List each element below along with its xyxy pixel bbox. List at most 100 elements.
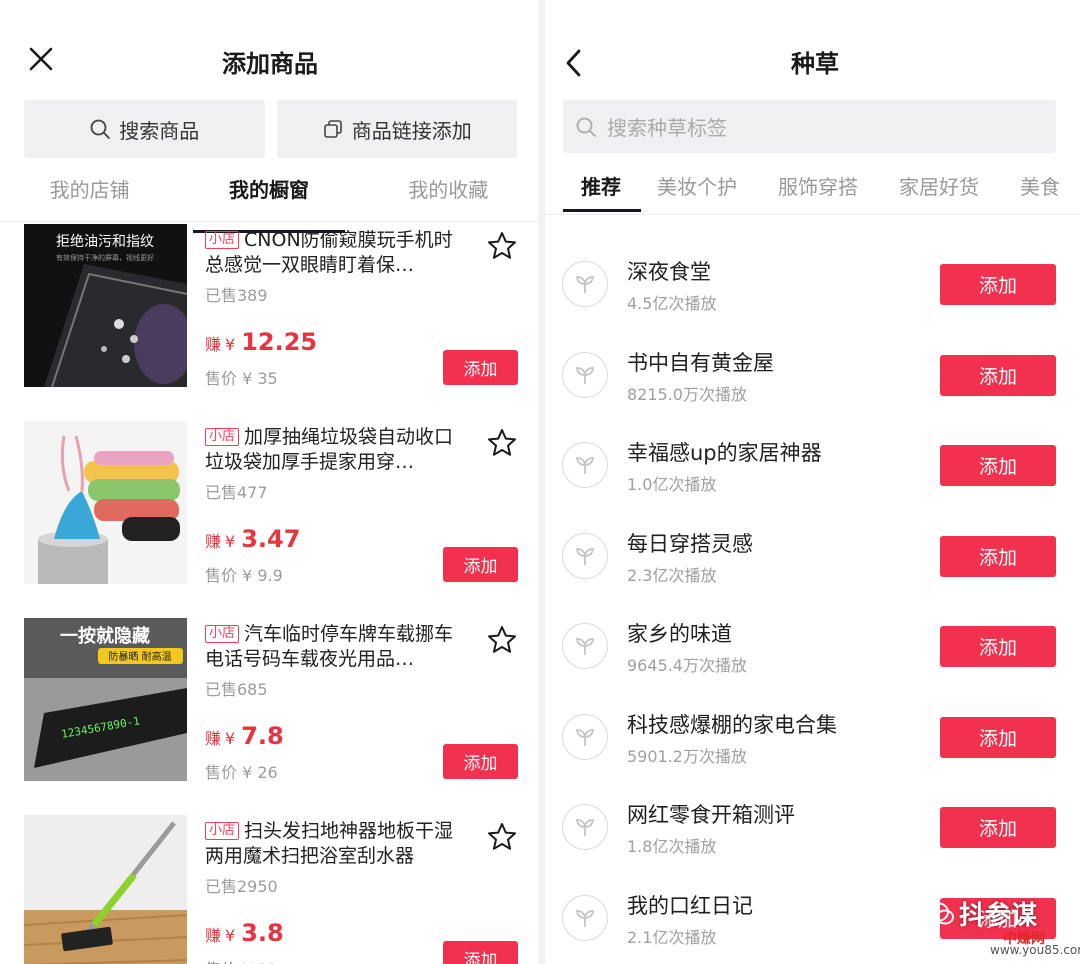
tab-my-showcase[interactable]: 我的橱窗 bbox=[179, 170, 358, 233]
product-item[interactable]: 小店扫头发扫地神器地板干湿两用魔术扫把浴室刮水器 已售2950 赚¥3.8 售价… bbox=[0, 813, 538, 964]
add-topic-button[interactable]: 添加 bbox=[940, 354, 1056, 396]
add-topic-button[interactable]: 添加 bbox=[940, 626, 1056, 667]
thumb-caption: 一按就隐藏 bbox=[60, 625, 150, 647]
tag-search-input[interactable]: 搜索种草标签 bbox=[563, 100, 1056, 153]
sale-price: 售价 ¥ 35 bbox=[205, 369, 278, 388]
commission: 赚 ¥12.25 bbox=[205, 328, 318, 356]
thumb-caption: 拒绝油污和指纹 bbox=[56, 234, 154, 250]
add-product-button[interactable]: 添加 bbox=[443, 350, 518, 385]
product-thumbnail: 拒绝油污和指纹 有效保持干净的屏幕，视线更好 bbox=[24, 224, 187, 387]
sale-price: 售价 ¥ 9.9 bbox=[205, 566, 283, 585]
product-item[interactable]: 拒绝油污和指纹 有效保持干净的屏幕，视线更好 小店 CNON防偷窥膜玩手机时总感觉… bbox=[0, 222, 538, 419]
product-link-button[interactable]: 商品链接添加 bbox=[276, 100, 517, 158]
grass-topic-panel: 种草 搜索种草标签 推荐 美妆个护 服饰穿搭 家居好货 美食 深夜食堂 4.5亿… bbox=[545, 0, 1080, 964]
shop-tag: 小店 bbox=[205, 428, 240, 446]
sale-price: 售价 ¥ 1? bbox=[205, 956, 276, 964]
star-icon[interactable] bbox=[486, 624, 518, 656]
topic-list: 深夜食堂 4.5亿次播放 添加 书中自有黄金屋 8215.0万次播放 添加 幸福… bbox=[545, 239, 1080, 963]
add-product-panel: 添加商品 搜索商品 商品链接添加 我的店铺 我的橱窗 我的收藏 拒绝油污和指纹 bbox=[0, 0, 538, 964]
tab-food[interactable]: 美食 bbox=[1020, 171, 1060, 200]
tab-my-favorites[interactable]: 我的收藏 bbox=[359, 170, 538, 221]
tab-home-goods[interactable]: 家居好货 bbox=[899, 171, 979, 200]
add-topic-button[interactable]: 添加 bbox=[940, 445, 1056, 486]
search-product-button[interactable]: 搜索商品 bbox=[24, 100, 265, 158]
add-topic-button[interactable]: 添加 bbox=[940, 807, 1056, 848]
tab-recommend[interactable]: 推荐 bbox=[581, 171, 621, 200]
sprout-icon bbox=[562, 894, 608, 941]
add-method-buttons: 搜索商品 商品链接添加 bbox=[24, 100, 517, 158]
topic-name: 科技感爆棚的家电合集 bbox=[627, 712, 837, 737]
topic-name: 网红零食开箱测评 bbox=[627, 803, 795, 827]
topic-item[interactable]: 每日穿搭灵感 2.3亿次播放 添加 bbox=[545, 511, 1080, 602]
tab-beauty[interactable]: 美妆个护 bbox=[657, 171, 737, 200]
sale-price: 售价 ¥ 26 bbox=[205, 763, 278, 782]
topic-plays: 9645.4万次播放 bbox=[627, 656, 747, 675]
shop-tag: 小店 bbox=[205, 822, 240, 840]
add-product-button[interactable]: 添加 bbox=[443, 941, 518, 964]
copy-link-icon bbox=[323, 120, 342, 138]
back-chevron-icon[interactable] bbox=[563, 46, 585, 80]
search-product-label: 搜索商品 bbox=[119, 118, 200, 143]
sprout-icon bbox=[562, 442, 608, 488]
topic-item[interactable]: 幸福感up的家居神器 1.0亿次播放 添加 bbox=[545, 420, 1080, 511]
topic-name: 家乡的味道 bbox=[627, 622, 732, 646]
topic-item[interactable]: 深夜食堂 4.5亿次播放 添加 bbox=[545, 239, 1080, 330]
search-icon bbox=[90, 119, 111, 139]
add-product-button[interactable]: 添加 bbox=[443, 744, 518, 779]
search-placeholder: 搜索种草标签 bbox=[607, 116, 727, 140]
add-topic-button[interactable]: 添加 bbox=[940, 716, 1056, 758]
sold-count: 已售389 bbox=[205, 286, 268, 305]
close-icon[interactable] bbox=[26, 44, 56, 74]
topic-plays: 5901.2万次播放 bbox=[627, 746, 747, 766]
panel-divider bbox=[538, 0, 545, 964]
topic-name: 书中自有黄金屋 bbox=[627, 350, 774, 375]
watermark-url: www.you85.com bbox=[990, 943, 1080, 957]
topic-item[interactable]: 科技感爆棚的家电合集 5901.2万次播放 添加 bbox=[545, 692, 1080, 783]
topic-plays: 1.8亿次播放 bbox=[627, 837, 717, 856]
sprout-icon bbox=[562, 623, 608, 669]
page-title: 种草 bbox=[791, 50, 839, 78]
sold-count: 已售477 bbox=[205, 483, 268, 502]
product-item[interactable]: 小店 加厚抽绳垃圾袋自动收口垃圾袋加厚手提家用穿… 已售477 赚 ¥3.47 售价… bbox=[0, 419, 538, 616]
topic-item[interactable]: 书中自有黄金屋 8215.0万次播放 添加 bbox=[545, 330, 1080, 421]
product-title: 小店 加厚抽绳垃圾袋自动收口垃圾袋加厚手提家用穿… bbox=[205, 426, 454, 473]
sold-count: 已售2950 bbox=[205, 877, 278, 896]
sprout-icon bbox=[562, 351, 608, 398]
topic-name: 每日穿搭灵感 bbox=[627, 531, 753, 556]
product-thumbnail bbox=[24, 421, 187, 584]
tab-fashion[interactable]: 服饰穿搭 bbox=[778, 171, 858, 200]
add-topic-button[interactable]: 添加 bbox=[940, 535, 1056, 577]
topic-plays: 1.0亿次播放 bbox=[627, 475, 717, 494]
sprout-icon bbox=[562, 713, 608, 760]
topic-plays: 8215.0万次播放 bbox=[627, 384, 747, 404]
tab-my-shop[interactable]: 我的店铺 bbox=[0, 170, 179, 221]
sprout-icon bbox=[562, 804, 608, 850]
active-tab-indicator bbox=[563, 209, 641, 212]
product-thumbnail bbox=[24, 815, 187, 964]
sold-count: 已售685 bbox=[205, 680, 268, 699]
add-topic-button[interactable]: 添加 bbox=[940, 264, 1056, 305]
shop-tag: 小店 bbox=[205, 231, 240, 249]
page-title: 添加商品 bbox=[222, 50, 318, 78]
add-product-button[interactable]: 添加 bbox=[443, 547, 518, 582]
commission: 赚 ¥3.8 bbox=[205, 919, 284, 947]
commission: 赚 ¥3.47 bbox=[205, 525, 301, 553]
topic-item[interactable]: 网红零食开箱测评 1.8亿次播放 添加 bbox=[545, 782, 1080, 873]
watermark-text: 抖参谋 bbox=[959, 901, 1038, 931]
topic-plays: 2.1亿次播放 bbox=[627, 927, 717, 947]
product-thumbnail: 一按就隐藏 防暴晒 耐高温 1234567890-1 bbox=[24, 618, 187, 781]
product-item[interactable]: 一按就隐藏 防暴晒 耐高温 1234567890-1 小店 汽车临时停车牌车载挪车… bbox=[0, 616, 538, 813]
topic-name: 幸福感up的家居神器 bbox=[627, 441, 822, 465]
topic-plays: 4.5亿次播放 bbox=[627, 294, 717, 313]
star-icon[interactable] bbox=[486, 427, 518, 459]
topic-name: 我的口红日记 bbox=[627, 893, 753, 918]
star-icon[interactable] bbox=[486, 230, 518, 262]
watermark: 抖参谋 bbox=[925, 895, 1037, 932]
sprout-icon bbox=[562, 261, 608, 307]
category-tabs: 推荐 美妆个护 服饰穿搭 家居好货 美食 bbox=[545, 165, 1080, 215]
product-list: 拒绝油污和指纹 有效保持干净的屏幕，视线更好 小店 CNON防偷窥膜玩手机时总感觉… bbox=[0, 222, 538, 964]
star-icon[interactable] bbox=[486, 821, 518, 853]
shop-tag: 小店 bbox=[205, 625, 240, 643]
topic-item[interactable]: 家乡的味道 9645.4万次播放 添加 bbox=[545, 601, 1080, 692]
search-icon bbox=[576, 117, 596, 137]
